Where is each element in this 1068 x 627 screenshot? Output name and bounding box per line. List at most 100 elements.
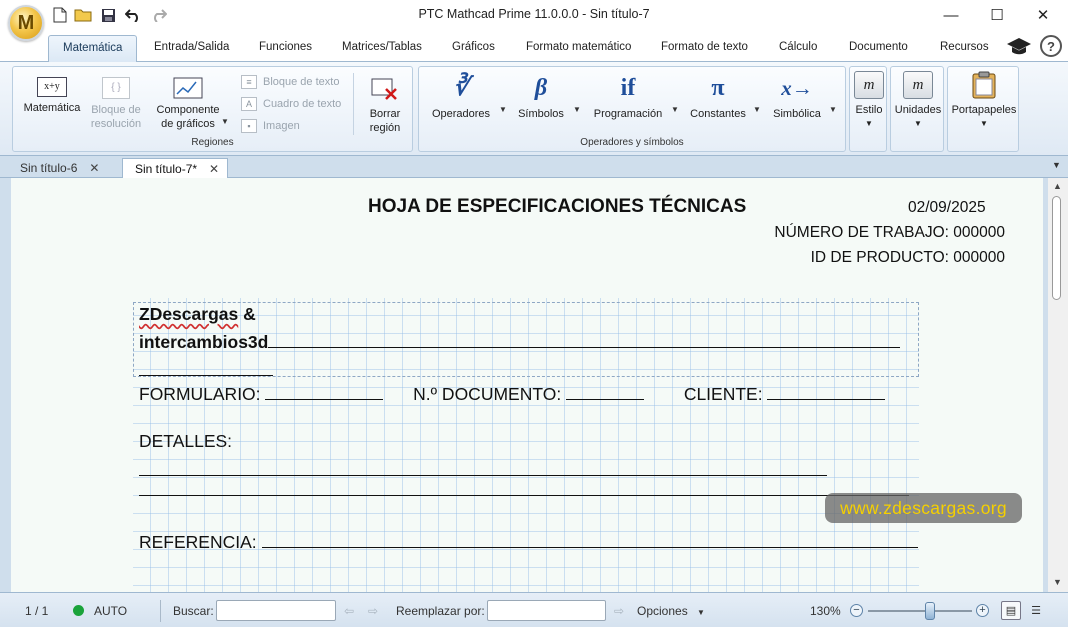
open-folder-icon[interactable] — [74, 6, 92, 24]
portapapeles-button[interactable]: Portapapeles ▼ — [950, 71, 1018, 131]
tab-matematica[interactable]: Matemática — [48, 35, 138, 63]
programacion-dropdown-icon[interactable]: ▼ — [671, 105, 679, 114]
symbolic-arrow-icon: x→ — [781, 76, 813, 100]
bloque-resolucion-button[interactable]: { } Bloque de resolución — [87, 77, 145, 131]
save-icon[interactable] — [99, 6, 117, 24]
operadores-button[interactable]: ∛ Operadores — [429, 73, 493, 121]
minimize-button[interactable]: — — [928, 0, 974, 30]
redo-icon[interactable] — [150, 6, 168, 24]
worksheet-page[interactable]: HOJA DE ESPECIFICACIONES TÉCNICAS 02/09/… — [11, 178, 1043, 592]
close-tab-icon[interactable]: ✕ — [209, 162, 219, 178]
zoom-out-icon[interactable]: − — [850, 604, 863, 617]
tab-list-dropdown-icon[interactable]: ▼ — [1052, 160, 1061, 170]
simbolos-button[interactable]: β Símbolos — [515, 73, 567, 121]
numero-trabajo[interactable]: NÚMERO DE TRABAJO: 000000 — [774, 224, 1005, 242]
find-previous-icon[interactable]: ⇦ — [344, 604, 354, 618]
beta-symbol-icon: β — [534, 75, 548, 101]
doc-tab-sin-titulo-7[interactable]: Sin título-7* ✕ — [122, 158, 229, 178]
if-programming-icon: if — [620, 75, 636, 101]
maximize-button[interactable]: ☐ — [974, 0, 1020, 30]
referencia-row[interactable]: REFERENCIA: — [139, 530, 918, 553]
constantes-dropdown-icon[interactable]: ▼ — [753, 105, 761, 114]
group-label-regiones: Regiones — [191, 137, 234, 148]
underline-field — [268, 330, 901, 348]
close-button[interactable]: ✕ — [1020, 0, 1066, 30]
math-region-icon: x+y — [37, 77, 67, 97]
graduation-cap-icon[interactable] — [1006, 36, 1032, 61]
matematica-button[interactable]: x+y Matemática — [21, 77, 83, 115]
scroll-up-icon[interactable]: ▲ — [1053, 181, 1062, 191]
close-tab-icon[interactable]: ✕ — [89, 161, 99, 178]
undo-icon[interactable] — [124, 6, 142, 24]
company-line-2[interactable]: intercambios3d — [139, 330, 901, 353]
worksheet-area[interactable]: HOJA DE ESPECIFICACIONES TÉCNICAS 02/09/… — [0, 178, 1068, 592]
help-icon[interactable]: ? — [1040, 35, 1062, 57]
opciones-button[interactable]: Opciones ▼ — [637, 604, 705, 618]
borrar-region-button[interactable]: Borrar región — [361, 77, 409, 135]
search-input[interactable] — [216, 600, 336, 621]
unidades-button[interactable]: m Unidades ▼ — [893, 71, 943, 131]
find-next-icon[interactable]: ⇨ — [368, 604, 378, 618]
tab-calculo[interactable]: Cálculo — [779, 41, 817, 53]
tab-documento[interactable]: Documento — [849, 41, 908, 53]
operadores-dropdown-icon[interactable]: ▼ — [499, 105, 507, 114]
zoom-slider-thumb[interactable] — [925, 602, 936, 620]
underline-field — [139, 458, 827, 476]
detalles-line-2[interactable] — [139, 478, 909, 501]
group-unidades: m Unidades ▼ — [890, 66, 944, 152]
new-file-icon[interactable] — [51, 6, 69, 24]
componente-graficos-button[interactable]: Componente de gráficos — [151, 77, 225, 131]
doc-date[interactable]: 02/09/2025 — [908, 199, 986, 217]
borrar-label-2: región — [369, 122, 401, 134]
vertical-scrollbar[interactable]: ▲ ▼ — [1048, 178, 1068, 592]
mathcad-logo-icon[interactable]: M — [8, 5, 44, 41]
tab-formato-texto[interactable]: Formato de texto — [661, 41, 748, 53]
documento-field[interactable] — [566, 382, 645, 400]
simbolos-label: Símbolos — [518, 108, 564, 120]
page-view-icon[interactable]: ▤ — [1001, 601, 1021, 620]
group-operadores: ∛ Operadores ▼ β Símbolos ▼ if Programac… — [418, 66, 846, 152]
scroll-thumb[interactable] — [1052, 196, 1061, 300]
ribbon-panel: x+y Matemática { } Bloque de resolución … — [0, 62, 1068, 156]
image-icon: ▪ — [241, 119, 257, 133]
company-line-3[interactable] — [139, 358, 273, 381]
draft-view-icon[interactable]: ☰ — [1026, 601, 1046, 620]
opciones-label: Opciones — [637, 604, 688, 618]
doc-tab-sin-titulo-6[interactable]: Sin título-6 ✕ — [8, 158, 107, 178]
tab-recursos[interactable]: Recursos — [940, 41, 989, 53]
simbolica-dropdown-icon[interactable]: ▼ — [829, 105, 837, 114]
zoom-slider-track[interactable] — [868, 610, 972, 612]
estilo-button[interactable]: m Estilo ▼ — [852, 71, 886, 131]
programacion-button[interactable]: if Programación — [589, 73, 667, 121]
zoom-in-icon[interactable]: + — [976, 604, 989, 617]
matematica-label: Matemática — [23, 102, 81, 114]
bloque-texto-label: Bloque de texto — [263, 76, 340, 88]
tab-entrada-salida[interactable]: Entrada/Salida — [154, 41, 229, 53]
scroll-down-icon[interactable]: ▼ — [1053, 577, 1062, 587]
form-fields-row[interactable]: FORMULARIO: N.º DOCUMENTO: CLIENTE: — [139, 382, 886, 405]
replace-input[interactable] — [487, 600, 606, 621]
simbolos-dropdown-icon[interactable]: ▼ — [573, 105, 581, 114]
id-producto[interactable]: ID DE PRODUCTO: 000000 — [811, 249, 1005, 267]
bloque-texto-button[interactable]: ≡ Bloque de texto — [241, 75, 339, 89]
imagen-button[interactable]: ▪ Imagen — [241, 119, 300, 133]
simbolica-button[interactable]: x→ Simbólica — [769, 73, 825, 121]
referencia-field[interactable] — [261, 530, 918, 548]
formulario-field[interactable] — [265, 382, 384, 400]
detalles-label[interactable]: DETALLES: — [139, 431, 232, 452]
tab-funciones[interactable]: Funciones — [259, 41, 312, 53]
reemplazar-label: Reemplazar por: — [396, 604, 485, 618]
cuadro-texto-button[interactable]: A Cuadro de texto — [241, 97, 341, 111]
tab-formato-matematico[interactable]: Formato matemático — [526, 41, 631, 53]
cliente-field[interactable] — [767, 382, 886, 400]
company-line-1[interactable]: ZDescargas & — [139, 304, 256, 325]
tab-matrices-tablas[interactable]: Matrices/Tablas — [342, 41, 422, 53]
portapapeles-dropdown-icon: ▼ — [980, 119, 988, 128]
doc-title[interactable]: HOJA DE ESPECIFICACIONES TÉCNICAS — [368, 196, 746, 218]
tab-graficos[interactable]: Gráficos — [452, 41, 495, 53]
componente-dropdown-icon[interactable]: ▼ — [221, 117, 229, 126]
constantes-button[interactable]: π Constantes — [687, 73, 749, 121]
auto-calc-label[interactable]: AUTO — [94, 604, 127, 618]
auto-calc-status-icon[interactable] — [73, 605, 84, 616]
replace-icon[interactable]: ⇨ — [614, 604, 624, 618]
